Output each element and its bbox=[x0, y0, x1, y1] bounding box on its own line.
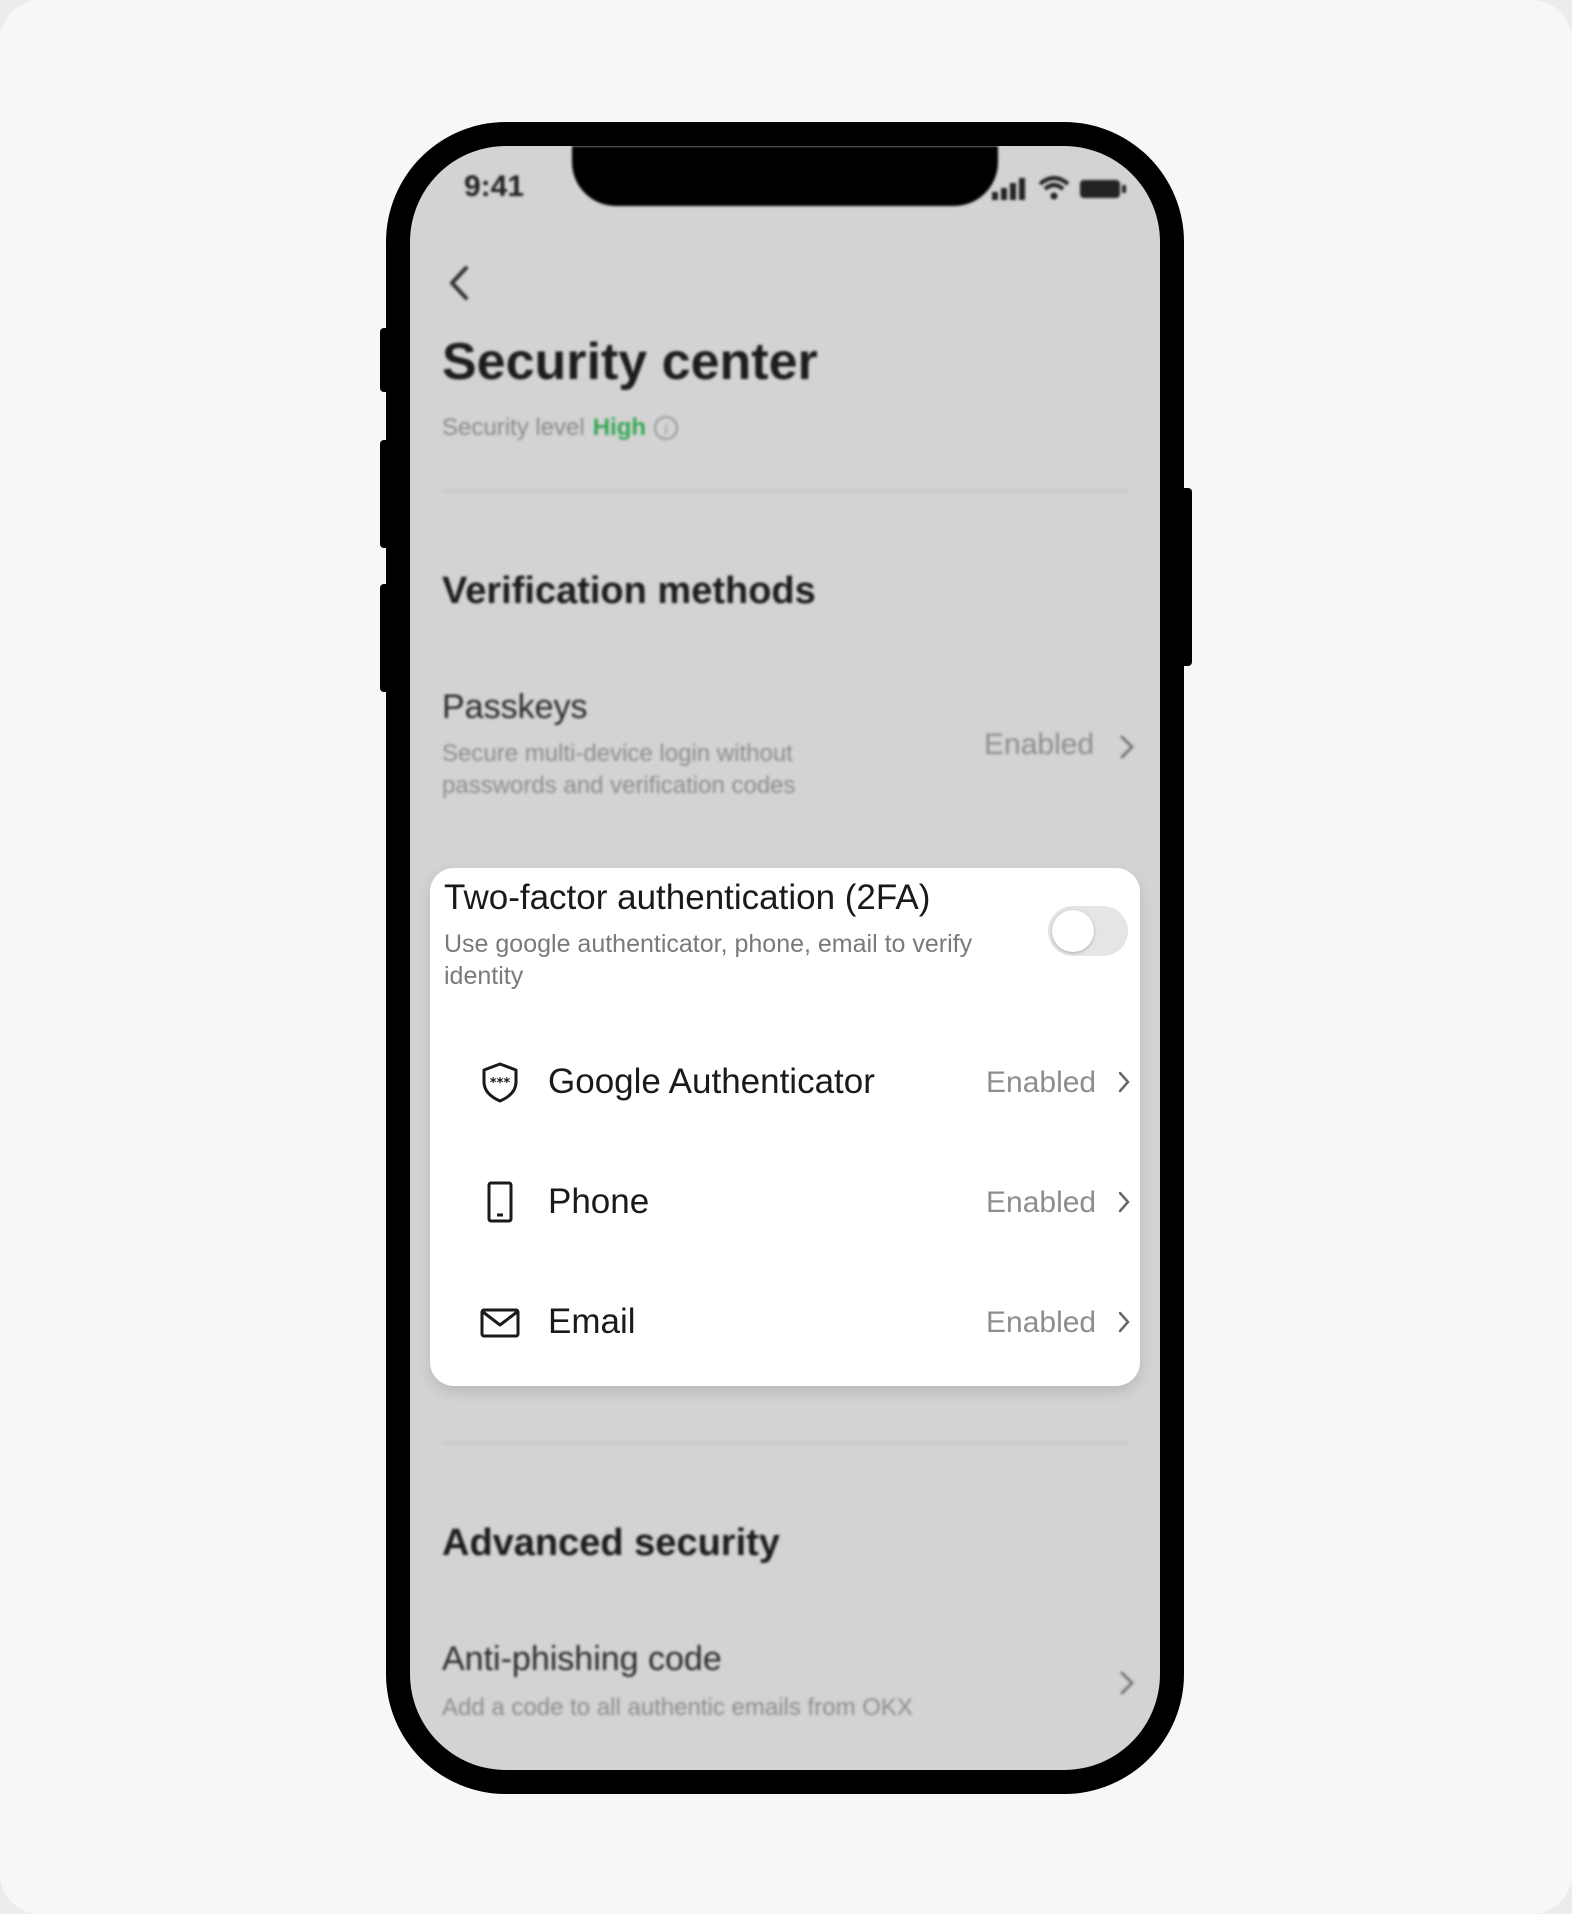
method-label: Email bbox=[548, 1302, 636, 1341]
passkeys-status: Enabled bbox=[984, 728, 1095, 761]
passkeys-description: Secure multi-device login without passwo… bbox=[442, 740, 796, 799]
method-status: Enabled bbox=[986, 1186, 1097, 1219]
mail-icon bbox=[480, 1308, 520, 1338]
notch bbox=[572, 146, 998, 206]
chevron-right-icon bbox=[1118, 1311, 1130, 1333]
verification-methods-heading: Verification methods bbox=[442, 570, 816, 612]
method-status: Enabled bbox=[986, 1306, 1097, 1339]
method-row-email[interactable]: Email Enabled bbox=[430, 1282, 1140, 1362]
wifi-icon bbox=[1038, 176, 1070, 200]
status-time: 9:41 bbox=[464, 170, 525, 203]
back-arrow-icon[interactable] bbox=[440, 258, 480, 308]
two-factor-description: Use google authenticator, phone, email t… bbox=[444, 930, 973, 990]
security-level-label: Security level bbox=[442, 414, 585, 441]
method-label: Phone bbox=[548, 1182, 650, 1221]
toggle-knob bbox=[1052, 910, 1094, 952]
two-factor-toggle[interactable] bbox=[1048, 906, 1128, 956]
two-factor-title: Two-factor authentication (2FA) bbox=[444, 878, 931, 917]
anti-phishing-description: Add a code to all authentic emails from … bbox=[442, 1694, 913, 1721]
phone-icon bbox=[487, 1181, 513, 1223]
anti-phishing-chevron-right-icon[interactable] bbox=[1116, 1668, 1138, 1698]
advanced-security-heading: Advanced security bbox=[442, 1522, 780, 1564]
passkeys-chevron-right-icon[interactable] bbox=[1116, 732, 1138, 762]
method-row-google-authenticator[interactable]: *** Google Authenticator Enabled bbox=[430, 1042, 1140, 1122]
method-label: Google Authenticator bbox=[548, 1062, 875, 1101]
two-factor-card: Two-factor authentication (2FA) Use goog… bbox=[430, 868, 1140, 1386]
method-status: Enabled bbox=[986, 1066, 1097, 1099]
battery-icon bbox=[1080, 180, 1126, 198]
divider bbox=[442, 490, 1128, 492]
chevron-right-icon bbox=[1118, 1071, 1130, 1093]
svg-text:***: *** bbox=[490, 1076, 511, 1091]
method-row-phone[interactable]: Phone Enabled bbox=[430, 1162, 1140, 1242]
page-title: Security center bbox=[442, 333, 818, 391]
info-icon[interactable]: i bbox=[654, 416, 679, 440]
security-level: Security level High i bbox=[442, 414, 679, 442]
signal-icon bbox=[992, 178, 1025, 200]
chevron-right-icon bbox=[1118, 1191, 1130, 1213]
passkeys-title[interactable]: Passkeys bbox=[442, 688, 588, 727]
anti-phishing-title[interactable]: Anti-phishing code bbox=[442, 1640, 722, 1679]
shield-icon: *** bbox=[482, 1062, 518, 1103]
security-level-value: High bbox=[592, 414, 647, 441]
status-icons bbox=[992, 176, 1126, 200]
divider bbox=[442, 1442, 1128, 1444]
